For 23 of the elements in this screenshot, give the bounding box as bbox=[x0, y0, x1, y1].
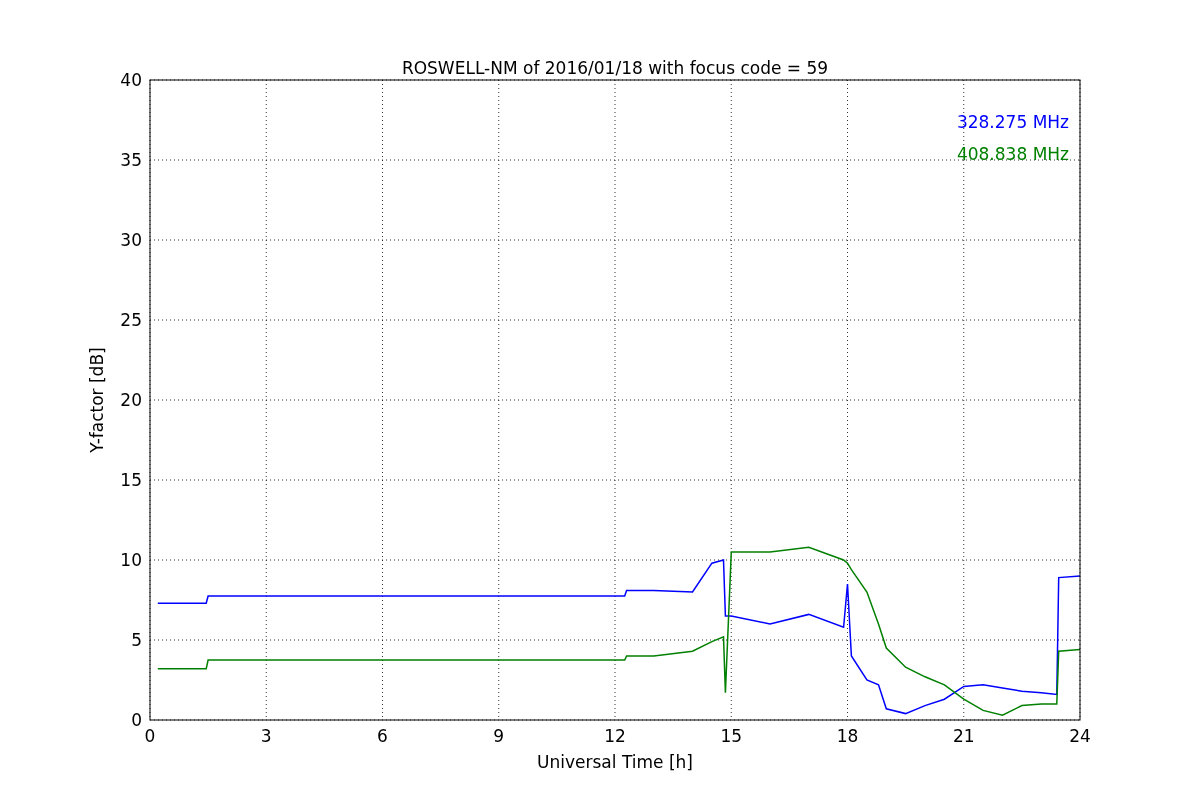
y-tick-label: 40 bbox=[120, 70, 142, 90]
x-tick-label: 9 bbox=[493, 726, 505, 746]
x-tick-label: 21 bbox=[952, 726, 975, 746]
x-tick-label: 24 bbox=[1069, 726, 1091, 746]
x-tick-label: 6 bbox=[377, 726, 388, 746]
legend-label: 408.838 MHz bbox=[956, 144, 1069, 164]
x-tick-label: 0 bbox=[144, 726, 156, 746]
y-tick-label: 0 bbox=[131, 710, 142, 730]
y-tick-label: 10 bbox=[120, 550, 142, 570]
x-axis-label: Universal Time [h] bbox=[537, 752, 693, 772]
y-axis-label: Y-factor [dB] bbox=[87, 347, 107, 453]
x-tick-label: 12 bbox=[604, 726, 626, 746]
x-tick-label: 3 bbox=[260, 726, 272, 746]
y-tick-label: 20 bbox=[120, 390, 142, 410]
y-tick-label: 15 bbox=[120, 470, 142, 490]
legend-label: 328.275 MHz bbox=[956, 112, 1069, 132]
x-tick-label: 15 bbox=[720, 726, 743, 746]
y-tick-label: 5 bbox=[131, 630, 142, 650]
chart-title: ROSWELL-NM of 2016/01/18 with focus code = 59 bbox=[401, 58, 829, 78]
y-tick-label: 25 bbox=[120, 310, 142, 330]
y-tick-label: 30 bbox=[120, 230, 142, 250]
y-tick-label: 35 bbox=[120, 150, 142, 170]
x-tick-label: 18 bbox=[836, 726, 859, 746]
